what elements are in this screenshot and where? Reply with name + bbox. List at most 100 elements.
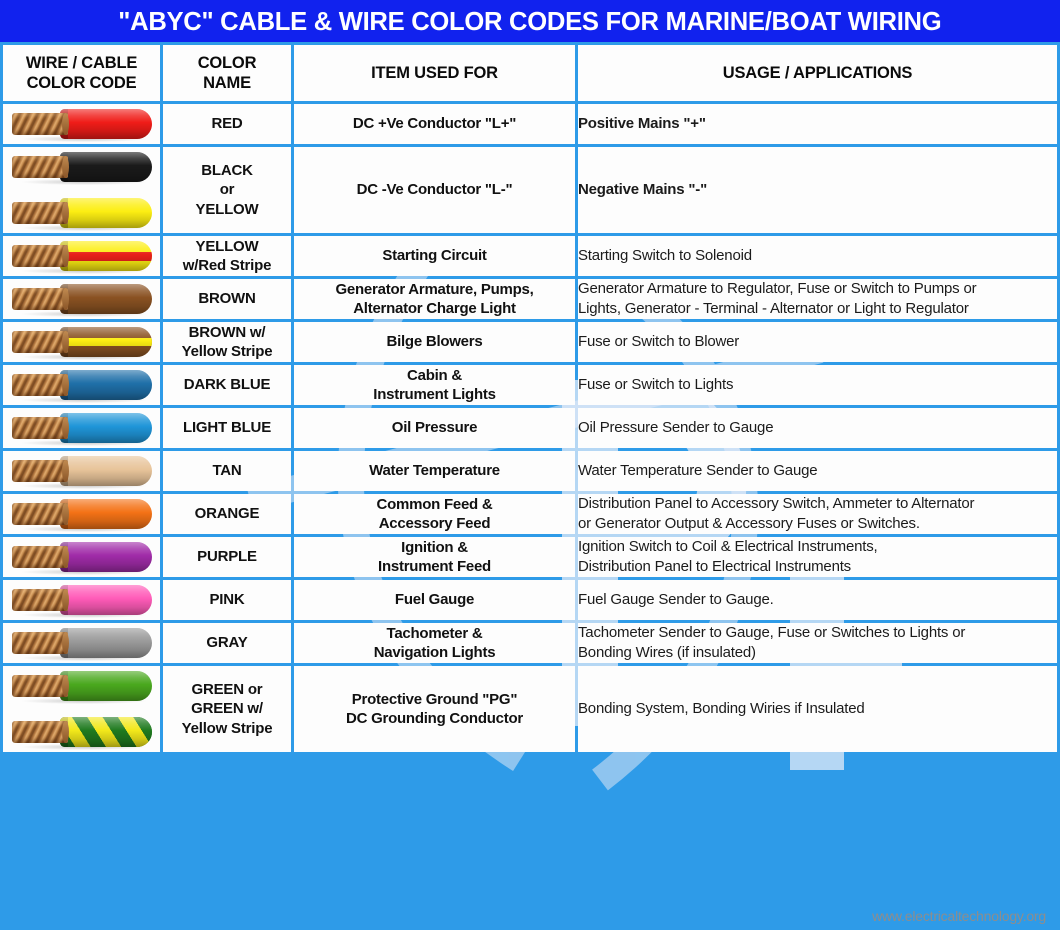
usage-line-2: Bonding Wires (if insulated) [578, 644, 756, 661]
copper-strands [11, 245, 69, 267]
cell-color-name: BLACK or YELLOW [163, 147, 291, 233]
cell-usage-applications: Distribution Panel to Accessory Switch, … [578, 494, 1057, 534]
cell-usage-applications: Water Temperature Sender to Gauge [578, 451, 1057, 491]
usage-line-2: or Generator Output & Accessory Fuses or… [578, 515, 920, 532]
color-name-line-1: RED [211, 115, 243, 133]
cell-usage-applications: Generator Armature to Regulator, Fuse or… [578, 279, 1057, 319]
color-name-line-2: or [219, 181, 235, 199]
color-name-line-1: TAN [212, 462, 242, 480]
color-name-line-2: Yellow Stripe [181, 343, 273, 360]
insulation-jacket [59, 198, 152, 228]
color-name-line-1: GRAY [206, 634, 248, 652]
wire-illustration-solid [11, 282, 152, 317]
cell-color-name: RED [163, 104, 291, 144]
wire-illustration-solid [11, 368, 152, 403]
item-used-for-line-2: DC Grounding Conductor [346, 710, 523, 727]
insulation-jacket [59, 671, 152, 701]
cell-item-used-for: Tachometer & Navigation Lights [294, 623, 575, 663]
cell-wire-color-code [3, 322, 160, 362]
page-title: "ABYC" CABLE & WIRE COLOR CODES FOR MARI… [118, 5, 942, 36]
color-name-line-1: ORANGE [194, 505, 260, 523]
cell-color-name: BROWN w/Yellow Stripe [163, 322, 291, 362]
item-used-for-line-2: Accessory Feed [378, 515, 491, 532]
insulation-jacket [59, 628, 152, 658]
item-used-for-line-2: Instrument Feed [378, 558, 491, 575]
color-name-line-3: Yellow Stripe [181, 719, 273, 737]
cell-item-used-for: Generator Armature, Pumps, Alternator Cha… [294, 279, 575, 319]
copper-strands [11, 460, 69, 482]
table-row: DARK BLUE Cabin & Instrument Lights Fuse or… [3, 365, 1057, 405]
usage-line-1: Positive Mains "+" [578, 115, 706, 133]
wire-illustration-solid [11, 626, 152, 661]
cell-item-used-for: DC +Ve Conductor "L+" [294, 104, 575, 144]
cell-color-name: LIGHT BLUE [163, 408, 291, 448]
item-used-for-line-1: DC +Ve Conductor "L+" [352, 115, 517, 133]
copper-strands [11, 202, 69, 224]
cell-item-used-for: Protective Ground "PG" DC Grounding Condu… [294, 666, 575, 752]
cell-item-used-for: Common Feed & Accessory Feed [294, 494, 575, 534]
usage-line-1: Distribution Panel to Accessory Switch, … [578, 495, 975, 513]
wire-illustration-solid [11, 196, 152, 231]
usage-line-2: Lights, Generator - Terminal - Alternato… [578, 300, 969, 317]
table-row: BLACK or YELLOW DC -Ve Conductor "L-" Negati… [3, 147, 1057, 233]
cell-usage-applications: Fuel Gauge Sender to Gauge. [578, 580, 1057, 620]
cell-wire-color-code [3, 451, 160, 491]
cell-usage-applications: Oil Pressure Sender to Gauge [578, 408, 1057, 448]
jacket-shading [59, 671, 152, 701]
color-name-line-1: YELLOW [195, 237, 259, 255]
usage-line-2: Distribution Panel to Electrical Instrum… [578, 558, 851, 575]
cell-usage-applications: Negative Mains "-" [578, 147, 1057, 233]
jacket-shading [59, 585, 152, 615]
cell-item-used-for: Ignition & Instrument Feed [294, 537, 575, 577]
cell-color-name: BROWN [163, 279, 291, 319]
jacket-shading [59, 717, 152, 747]
wire-illustration-band-thin [11, 325, 152, 360]
copper-strands [11, 288, 69, 310]
jacket-shading [59, 241, 152, 271]
item-used-for-line-1: Fuel Gauge [394, 591, 475, 609]
cell-item-used-for: Bilge Blowers [294, 322, 575, 362]
color-name-line-1: BLACK [201, 162, 253, 180]
insulation-jacket [59, 109, 152, 139]
wire-illustration-solid [11, 497, 152, 532]
source-watermark-url: www.electricaltechnology.org [872, 908, 1046, 924]
usage-line-1: Oil Pressure Sender to Gauge [578, 419, 774, 437]
cell-usage-applications: Bonding System, Bonding Wiries if Insula… [578, 666, 1057, 752]
table-row: BROWN w/Yellow Stripe Bilge Blowers Fuse o… [3, 322, 1057, 362]
cell-usage-applications: Fuse or Switch to Lights [578, 365, 1057, 405]
cell-wire-color-code [3, 104, 160, 144]
wire-illustration-band [11, 239, 152, 274]
wire-illustration-solid [11, 107, 152, 142]
cell-color-name: ORANGE [163, 494, 291, 534]
table-row: GREEN or GREEN w/Yellow Stripe Protective … [3, 666, 1057, 752]
column-header-color-name: COLOR NAME [163, 45, 291, 101]
color-name-line-2: GREEN w/ [191, 700, 263, 718]
cell-usage-applications: Ignition Switch to Coil & Electrical Ins… [578, 537, 1057, 577]
cell-wire-color-code [3, 623, 160, 663]
wire-illustration-solid [11, 150, 152, 185]
table-row: YELLOW w/Red Stripe Starting Circuit Starti… [3, 236, 1057, 276]
insulation-jacket [59, 284, 152, 314]
column-header-item-used-for: ITEM USED FOR [294, 45, 575, 101]
insulation-jacket [59, 456, 152, 486]
usage-line-1: Water Temperature Sender to Gauge [578, 462, 818, 480]
cell-usage-applications: Positive Mains "+" [578, 104, 1057, 144]
usage-line-1: Fuel Gauge Sender to Gauge. [578, 591, 774, 609]
header-wire-line2: COLOR CODE [26, 74, 137, 92]
cell-wire-color-code [3, 147, 160, 233]
cell-usage-applications: Fuse or Switch to Blower [578, 322, 1057, 362]
cell-color-name: PINK [163, 580, 291, 620]
insulation-jacket [59, 152, 152, 182]
table-row: TAN Water Temperature Water Temperature Se… [3, 451, 1057, 491]
insulation-jacket [59, 413, 152, 443]
copper-strands [11, 721, 69, 743]
insulation-jacket [59, 585, 152, 615]
usage-line-1: Fuse or Switch to Blower [578, 333, 740, 351]
cell-color-name: GRAY [163, 623, 291, 663]
copper-strands [11, 546, 69, 568]
table-row: BROWN Generator Armature, Pumps, Alternato… [3, 279, 1057, 319]
color-name-line-1: PINK [209, 591, 245, 609]
copper-strands [11, 589, 69, 611]
page-title-bar: "ABYC" CABLE & WIRE COLOR CODES FOR MARI… [0, 0, 1060, 42]
cell-color-name: DARK BLUE [163, 365, 291, 405]
